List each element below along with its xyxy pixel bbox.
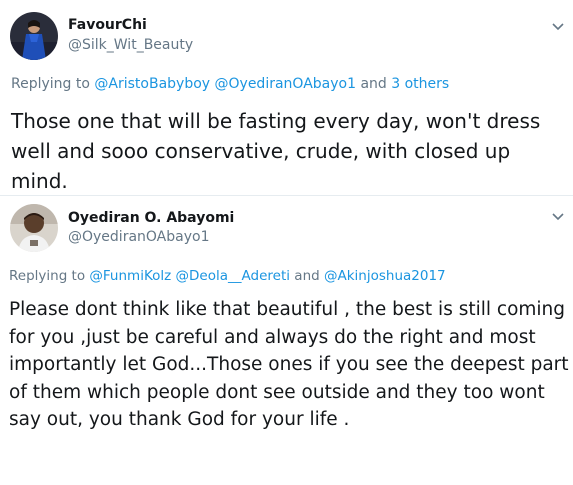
- mention-link[interactable]: @AristoBabyboy: [94, 76, 210, 92]
- mention-link[interactable]: @Akinjoshua2017: [324, 268, 446, 284]
- replying-to-line: Replying to @AristoBabyboy @OyediranOAba…: [11, 76, 449, 92]
- display-name[interactable]: Oyediran O. Abayomi: [68, 210, 234, 226]
- mention-link[interactable]: @Deola__Adereti: [176, 268, 290, 284]
- profile-photo-icon: [10, 204, 58, 252]
- chevron-down-icon[interactable]: [550, 208, 566, 224]
- avatar[interactable]: [10, 12, 58, 60]
- mention-link[interactable]: @OyediranOAbayo1: [215, 76, 356, 92]
- replying-conjunction: and: [294, 268, 320, 284]
- replying-prefix: Replying to: [9, 268, 86, 284]
- tweet-oyediran[interactable]: Oyediran O. Abayomi @OyediranOAbayo1 Rep…: [0, 198, 573, 485]
- profile-photo-icon: [10, 12, 58, 60]
- user-handle[interactable]: @OyediranOAbayo1: [68, 229, 209, 245]
- avatar[interactable]: [10, 204, 58, 252]
- divider: [0, 195, 573, 196]
- replying-to-line: Replying to @FunmiKolz @Deola__Adereti a…: [9, 268, 446, 284]
- mention-link[interactable]: @FunmiKolz: [89, 268, 171, 284]
- user-handle[interactable]: @Silk_Wit_Beauty: [68, 37, 193, 53]
- display-name[interactable]: FavourChi: [68, 17, 147, 33]
- tweet-text: Please dont think like that beautiful , …: [9, 299, 569, 430]
- others-link[interactable]: 3 others: [391, 76, 449, 92]
- replying-conjunction: and: [360, 76, 387, 92]
- chevron-down-icon[interactable]: [550, 18, 566, 34]
- tweet-favourchi[interactable]: FavourChi @Silk_Wit_Beauty Replying to @…: [0, 0, 573, 198]
- tweet-text: Those one that will be fasting every day…: [11, 109, 541, 193]
- replying-prefix: Replying to: [11, 76, 90, 92]
